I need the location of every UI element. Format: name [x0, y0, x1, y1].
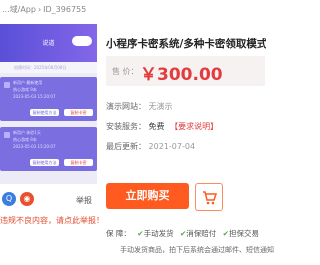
product-title: 小程序卡密系统/多种卡密领取模式/流量 — [106, 38, 266, 50]
price-box: 售 价： ￥300.00 — [106, 56, 265, 86]
guarantee-row: 保 障： ✔手动发货 ✔消保赔付 ✔担保交易 — [106, 228, 263, 239]
report-notice[interactable]: 违规不良内容，请点此举报！ — [0, 215, 104, 226]
demo-label: 演示网站： — [106, 102, 146, 111]
install-label: 安装服务： — [106, 122, 146, 131]
weibo-share-icon[interactable]: ◉ — [20, 192, 34, 206]
product-preview-image[interactable]: 说道 创建时间：2025年08月08日 新用户 最新使用 热心游戏 9本 202… — [0, 24, 97, 184]
guarantee-item: 担保交易 — [228, 229, 259, 238]
card-line: 热心游戏 9本 — [13, 87, 37, 92]
card-line: 2023-05-03 15:20:07 — [13, 144, 56, 149]
install-free: 免费 — [148, 122, 165, 131]
copy-code-button: 复制卡密 — [64, 109, 93, 116]
preview-row-text: 创建时间：2025年08月08日 — [14, 65, 67, 70]
card-line: 热心游戏 9本 — [13, 137, 37, 142]
cart-icon — [203, 191, 218, 205]
card-line: 新用户 体验1天 — [13, 130, 41, 135]
preview-header: 说道 — [0, 24, 97, 62]
card-icon — [4, 82, 10, 88]
report-link[interactable]: 举报 — [76, 195, 92, 206]
social-share-row: Q ◉ 举报 — [0, 192, 97, 212]
add-to-cart-button[interactable] — [195, 183, 223, 211]
card-line: 新用户 最新使用 — [13, 80, 43, 85]
preview-row: 创建时间：2025年08月08日 — [0, 62, 97, 73]
price-label: 售 价： — [112, 67, 139, 76]
demo-value: 无演示 — [148, 102, 173, 111]
price-value: ￥300.00 — [140, 65, 223, 85]
install-row: 安装服务： 免费 【要求说明】 — [106, 121, 218, 132]
copy-method-button: 复制使用方法 — [30, 109, 59, 116]
demo-row: 演示网站： 无演示 — [106, 101, 173, 112]
preview-card-1: 新用户 最新使用 热心游戏 9本 2023-05-03 15:20:07 复制使… — [0, 77, 97, 121]
breadcrumb: ...域/App › ID_396755 — [2, 5, 87, 14]
card-line: 2023-05-03 15:20:07 — [13, 94, 56, 99]
guarantee-item: 手动发货 — [143, 229, 174, 238]
breadcrumb-item[interactable]: ...域/App — [2, 5, 36, 14]
updated-value: 2021-07-04 — [148, 142, 196, 151]
breadcrumb-item: ID_396755 — [43, 5, 87, 14]
install-requirement-link[interactable]: 【要求说明】 — [170, 122, 218, 131]
copy-code-button: 复制卡密 — [64, 159, 93, 166]
copy-method-button: 复制使用方法 — [30, 159, 59, 166]
delivery-description: 手动发货商品，拍下后系统会通过邮件、短信通知 — [120, 246, 274, 254]
updated-row: 最后更新： 2021-07-04 — [106, 141, 195, 152]
card-icon — [4, 132, 10, 138]
preview-card-2: 新用户 体验1天 热心游戏 9本 2023-05-03 15:20:07 复制使… — [0, 127, 97, 171]
qq-share-icon[interactable]: Q — [2, 192, 16, 206]
preview-header-button — [72, 36, 92, 46]
guarantee-item: 消保赔付 — [186, 229, 217, 238]
guarantee-label: 保 障： — [106, 229, 131, 238]
updated-label: 最后更新： — [106, 142, 146, 151]
buy-now-button[interactable]: 立即购买 — [106, 183, 189, 209]
